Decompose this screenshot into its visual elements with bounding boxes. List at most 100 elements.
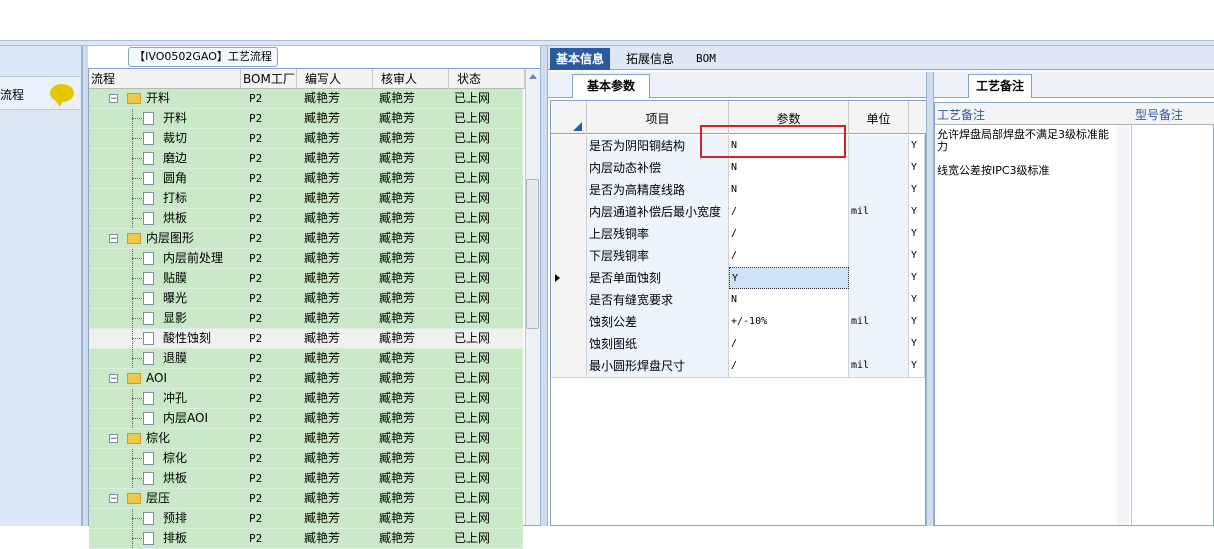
tree-row[interactable]: 烘板 P2 臧艳芳 臧艳芳 已上网 xyxy=(89,469,523,489)
tree-row[interactable]: 磨边 P2 臧艳芳 臧艳芳 已上网 xyxy=(89,149,523,169)
writer-name: 臧艳芳 xyxy=(304,311,341,325)
row-indicator[interactable] xyxy=(551,333,587,355)
document-icon xyxy=(143,132,154,145)
tree-row[interactable]: 裁切 P2 臧艳芳 臧艳芳 已上网 xyxy=(89,129,523,149)
param-row[interactable]: 内层通道补偿后最小宽度 / mil Y xyxy=(551,201,925,224)
bom-factory: P2 xyxy=(249,192,263,205)
row-indicator[interactable] xyxy=(551,245,587,267)
col-header-status[interactable]: 状态 xyxy=(449,69,525,89)
param-row[interactable]: 内层动态补偿 N Y xyxy=(551,157,925,180)
status-text: 已上网 xyxy=(454,271,491,285)
col-header-model-note[interactable]: 型号备注 xyxy=(1135,106,1183,123)
tree-row[interactable]: 显影 P2 臧艳芳 臧艳芳 已上网 xyxy=(89,309,523,329)
param-value[interactable]: / xyxy=(729,201,849,223)
col-header-bom[interactable]: BOM工厂 xyxy=(241,69,297,89)
tab-bom[interactable]: BOM xyxy=(690,48,722,70)
col-header-unit[interactable]: 单位 xyxy=(849,101,909,134)
tree-row[interactable]: 开料 P2 臧艳芳 臧艳芳 已上网 xyxy=(89,109,523,129)
tree-row[interactable]: 内层AOI P2 臧艳芳 臧艳芳 已上网 xyxy=(89,409,523,429)
tab-basic-info[interactable]: 基本信息 xyxy=(550,48,611,70)
param-value[interactable]: / xyxy=(729,223,849,245)
notes-scrollbar[interactable] xyxy=(1117,125,1129,525)
reviewer-name: 臧艳芳 xyxy=(379,171,416,185)
tree-row[interactable]: 酸性蚀刻 P2 臧艳芳 臧艳芳 已上网 xyxy=(89,329,523,349)
collapse-icon[interactable]: − xyxy=(109,494,118,504)
col-header-process[interactable]: 流程 xyxy=(89,69,241,89)
tab-basic-params[interactable]: 基本参数 xyxy=(572,74,650,98)
tree-row[interactable]: 烘板 P2 臧艳芳 臧艳芳 已上网 xyxy=(89,209,523,229)
param-row[interactable]: 是否有缝宽要求 N Y xyxy=(551,289,925,312)
writer-name: 臧艳芳 xyxy=(304,471,341,485)
step-name: 内层AOI xyxy=(163,411,208,425)
middle-splitter[interactable] xyxy=(540,46,548,526)
param-value[interactable]: / xyxy=(729,333,849,355)
tab-extended-info[interactable]: 拓展信息 xyxy=(620,48,680,70)
tree-row[interactable]: 曝光 P2 臧艳芳 臧艳芳 已上网 xyxy=(89,289,523,309)
tree-row[interactable]: 贴膜 P2 臧艳芳 臧艳芳 已上网 xyxy=(89,269,523,289)
param-value[interactable]: +/-10% xyxy=(729,311,849,333)
tree-row[interactable]: 冲孔 P2 臧艳芳 臧艳芳 已上网 xyxy=(89,389,523,409)
param-row[interactable]: 上层残铜率 / Y xyxy=(551,223,925,246)
param-row[interactable]: 是否为高精度线路 N Y xyxy=(551,179,925,202)
document-icon xyxy=(143,272,154,285)
step-name: 开料 xyxy=(146,91,171,105)
splitter-grip[interactable] xyxy=(700,41,762,52)
writer-name: 臧艳芳 xyxy=(304,151,341,165)
collapse-icon[interactable]: − xyxy=(109,434,118,444)
param-value[interactable]: N xyxy=(729,157,849,179)
param-value[interactable]: N xyxy=(729,179,849,201)
tree-row[interactable]: 圆角 P2 臧艳芳 臧艳芳 已上网 xyxy=(89,169,523,189)
scroll-up-icon[interactable] xyxy=(529,74,537,79)
process-note-line[interactable]: 允许焊盘局部焊盘不满足3级标准能力 xyxy=(937,129,1117,153)
document-icon xyxy=(143,292,154,305)
left-nav-panel xyxy=(0,46,82,526)
collapse-icon[interactable]: − xyxy=(109,234,118,244)
tree-row[interactable]: − AOI P2 臧艳芳 臧艳芳 已上网 xyxy=(89,369,523,389)
reviewer-name: 臧艳芳 xyxy=(379,491,416,505)
right-splitter[interactable] xyxy=(926,72,934,526)
col-header-writer[interactable]: 编写人 xyxy=(297,69,373,89)
col-header-reviewer[interactable]: 核审人 xyxy=(373,69,449,89)
tree-row[interactable]: 退膜 P2 臧艳芳 臧艳芳 已上网 xyxy=(89,349,523,369)
col-header-process-note[interactable]: 工艺备注 xyxy=(937,106,985,123)
collapse-icon[interactable]: − xyxy=(109,94,118,104)
collapse-icon[interactable]: − xyxy=(109,374,118,384)
row-indicator[interactable] xyxy=(551,289,587,311)
param-value[interactable]: / xyxy=(729,245,849,267)
tree-row[interactable]: 打标 P2 臧艳芳 臧艳芳 已上网 xyxy=(89,189,523,209)
chat-bubble-icon[interactable] xyxy=(50,84,74,107)
reviewer-name: 臧艳芳 xyxy=(379,351,416,365)
param-row[interactable]: 下层残铜率 / Y xyxy=(551,245,925,268)
param-row[interactable]: 是否单面蚀刻 Y Y xyxy=(551,267,925,290)
row-indicator[interactable] xyxy=(551,267,587,289)
row-indicator[interactable] xyxy=(551,223,587,245)
tree-row[interactable]: 排板 P2 臧艳芳 臧艳芳 已上网 xyxy=(89,529,523,549)
param-value[interactable]: N xyxy=(729,289,849,311)
row-indicator[interactable] xyxy=(551,135,587,157)
param-unit: mil xyxy=(849,311,909,333)
nav-item-process[interactable]: 流程 xyxy=(0,76,80,110)
row-indicator[interactable] xyxy=(551,201,587,223)
param-row[interactable]: 蚀刻图纸 / Y xyxy=(551,333,925,356)
tree-row[interactable]: 内层前处理 P2 臧艳芳 臧艳芳 已上网 xyxy=(89,249,523,269)
tree-row[interactable]: − 棕化 P2 臧艳芳 臧艳芳 已上网 xyxy=(89,429,523,449)
tree-row[interactable]: 预排 P2 臧艳芳 臧艳芳 已上网 xyxy=(89,509,523,529)
reviewer-name: 臧艳芳 xyxy=(379,511,416,525)
param-row[interactable]: 蚀刻公差 +/-10% mil Y xyxy=(551,311,925,334)
param-row[interactable]: 最小圆形焊盘尺寸 / mil Y xyxy=(551,355,925,378)
param-value[interactable]: / xyxy=(729,355,849,377)
param-value[interactable]: Y xyxy=(729,267,849,289)
tree-row[interactable]: − 内层图形 P2 臧艳芳 臧艳芳 已上网 xyxy=(89,229,523,249)
tree-scroll-thumb[interactable] xyxy=(526,179,539,329)
tree-row[interactable]: − 层压 P2 臧艳芳 臧艳芳 已上网 xyxy=(89,489,523,509)
param-flag: Y xyxy=(909,311,925,333)
select-all-corner[interactable] xyxy=(551,101,587,134)
tree-row[interactable]: − 开料 P2 臧艳芳 臧艳芳 已上网 xyxy=(89,89,523,109)
row-indicator[interactable] xyxy=(551,311,587,333)
tab-process-notes[interactable]: 工艺备注 xyxy=(968,74,1032,98)
row-indicator[interactable] xyxy=(551,179,587,201)
process-note-line[interactable]: 线宽公差按IPC3级标准 xyxy=(937,165,1117,177)
tree-row[interactable]: 棕化 P2 臧艳芳 臧艳芳 已上网 xyxy=(89,449,523,469)
row-indicator[interactable] xyxy=(551,355,587,377)
row-indicator[interactable] xyxy=(551,157,587,179)
